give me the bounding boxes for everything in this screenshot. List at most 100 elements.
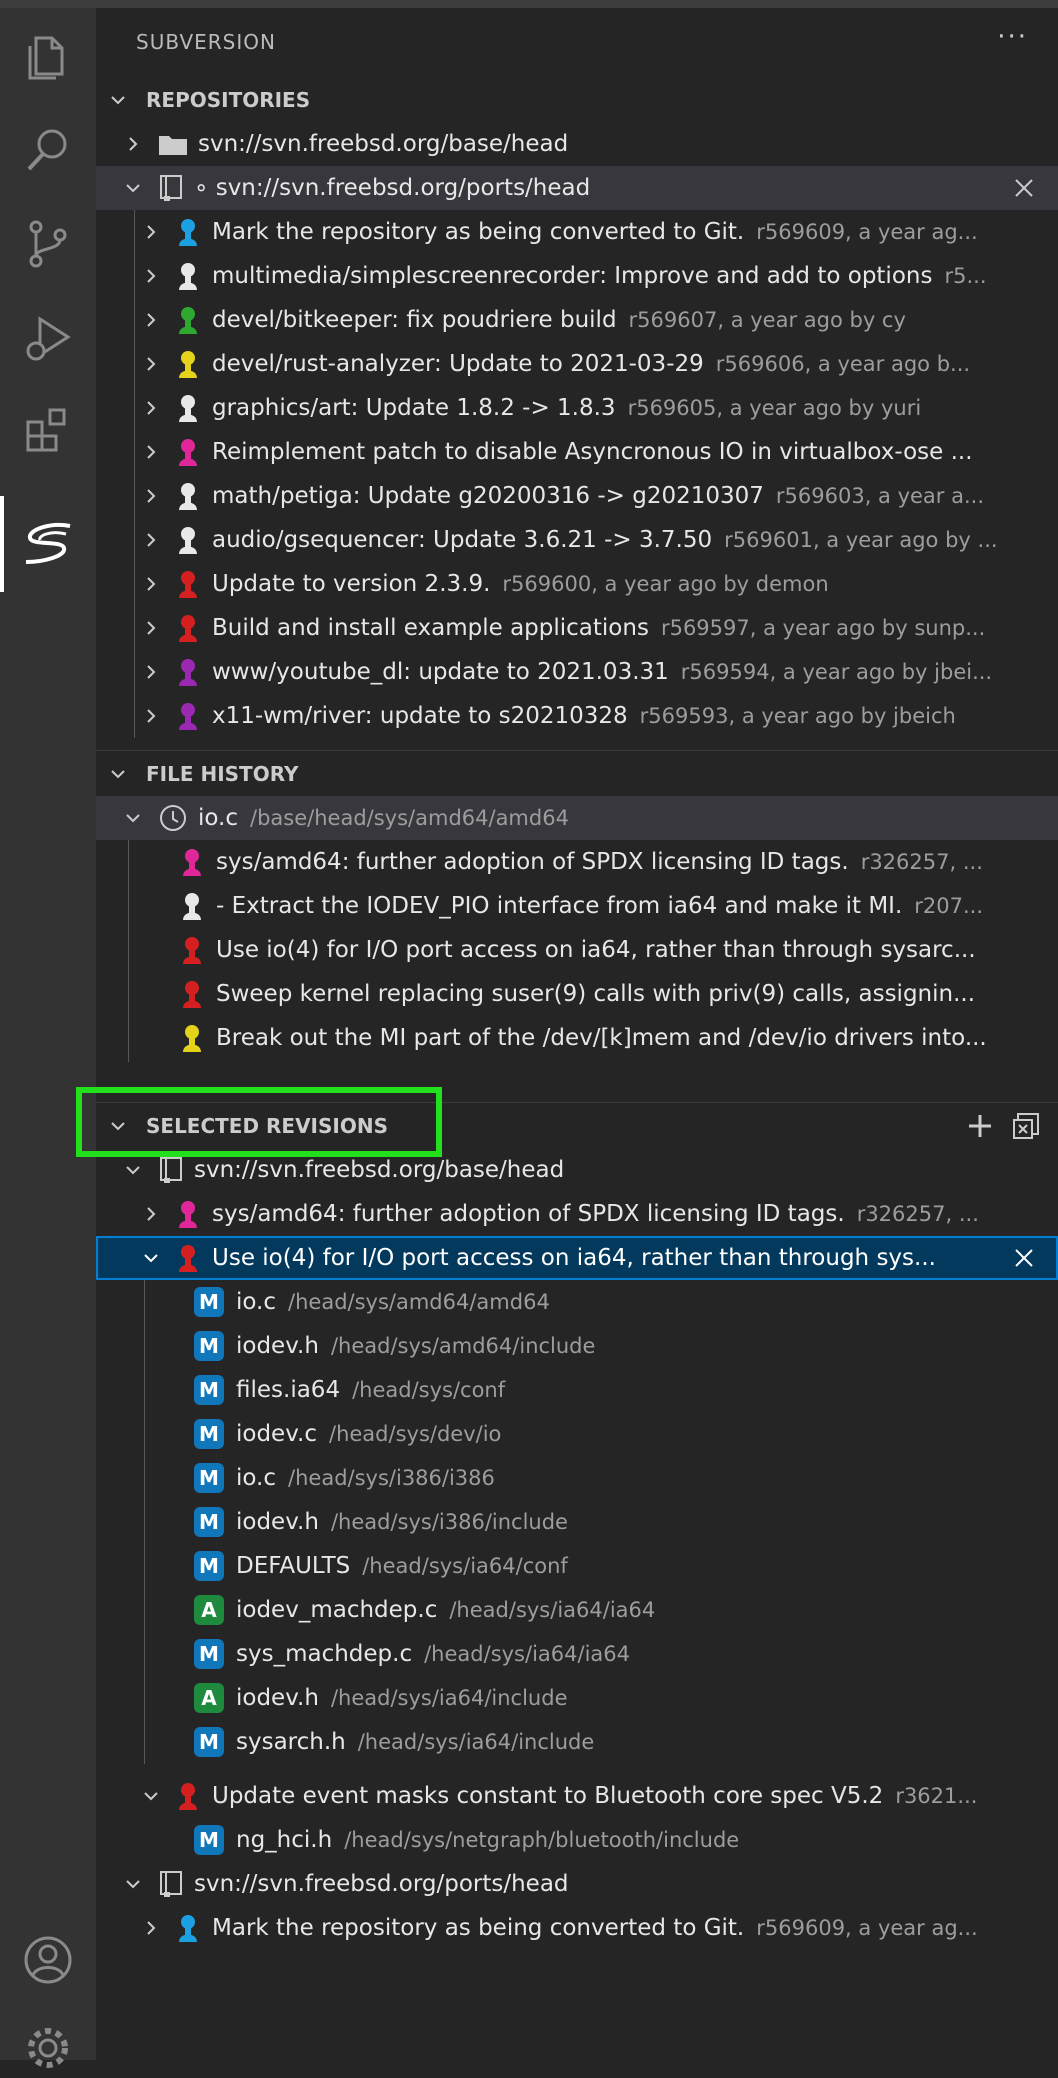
changed-file-row[interactable]: Mfiles.ia64/head/sys/conf [96, 1368, 1058, 1412]
commit-row[interactable]: x11-wm/river: update to s20210328 r569593… [96, 694, 1058, 738]
history-commit-row[interactable]: Sweep kernel replacing suser(9) calls wi… [96, 972, 1058, 1016]
commit-meta: r569605, a year ago by yuri [627, 396, 922, 420]
svn-icon[interactable] [18, 514, 78, 574]
selected-revision-row[interactable]: Update event masks constant to Bluetooth… [96, 1774, 1058, 1818]
commit-meta: r3621... [895, 1784, 978, 1808]
close-icon[interactable] [1012, 1246, 1036, 1270]
chevron-right-icon [147, 665, 156, 679]
commit-row[interactable]: math/petiga: Update g20200316 -> g202103… [96, 474, 1058, 518]
modified-badge-icon: M [194, 1727, 224, 1757]
close-icon[interactable] [1012, 176, 1036, 200]
extensions-icon[interactable] [18, 400, 78, 460]
commit-message: Use io(4) for I/O port access on ia64, r… [216, 937, 976, 963]
search-icon[interactable] [18, 120, 78, 180]
author-avatar-icon [176, 525, 200, 555]
changed-file-row[interactable]: Aiodev.h/head/sys/ia64/include [96, 1676, 1058, 1720]
changed-file-row[interactable]: Miodev.c/head/sys/dev/io [96, 1412, 1058, 1456]
commit-row[interactable]: audio/gsequencer: Update 3.6.21 -> 3.7.5… [96, 518, 1058, 562]
changed-file-row[interactable]: Miodev.h/head/sys/amd64/include [96, 1324, 1058, 1368]
commit-meta: r569607, a year ago by cy [628, 308, 906, 332]
commit-meta: r569594, a year ago by jbei... [680, 660, 993, 684]
chevron-right-icon [147, 401, 156, 415]
section-title: REPOSITORIES [146, 88, 311, 112]
author-avatar-icon [176, 613, 200, 643]
changed-file-row[interactable]: M DEFAULTS/head/sys/ia64/conf [96, 1544, 1058, 1588]
chevron-right-icon [147, 621, 156, 635]
file-name: iodev.h [236, 1685, 319, 1711]
repo-icon [160, 175, 182, 201]
changed-file-row[interactable]: Aiodev_machdep.c/head/sys/ia64/ia64 [96, 1588, 1058, 1632]
selected-revision-row[interactable]: sys/amd64: further adoption of SPDX lice… [96, 1192, 1058, 1236]
file-path: /head/sys/amd64/amd64 [288, 1290, 550, 1314]
changed-file-row[interactable]: Msys_machdep.c/head/sys/ia64/ia64 [96, 1632, 1058, 1676]
changed-file-row[interactable]: Miodev.h/head/sys/i386/include [96, 1500, 1058, 1544]
selected-revisions-highlight [76, 1087, 442, 1157]
chevron-down-icon [126, 184, 140, 193]
changed-file-row[interactable]: Mio.c/head/sys/i386/i386 [96, 1456, 1058, 1500]
run-debug-icon[interactable] [18, 308, 78, 368]
commit-message: Use io(4) for I/O port access on ia64, r… [212, 1245, 936, 1271]
repo-label: svn://svn.freebsd.org/ports/head [194, 1871, 569, 1897]
settings-icon[interactable] [18, 2018, 78, 2078]
file-history-file[interactable]: io.c /base/head/sys/amd64/amd64 [96, 796, 1058, 840]
commit-message: Update event masks constant to Bluetooth… [212, 1783, 884, 1809]
modified-badge-icon: M [194, 1507, 224, 1537]
author-avatar-icon [176, 1781, 200, 1811]
commit-row[interactable]: multimedia/simplescreenrecorder: Improve… [96, 254, 1058, 298]
account-icon[interactable] [18, 1930, 78, 1990]
repo-ports-head[interactable]: ∘ svn://svn.freebsd.org/ports/head [96, 166, 1058, 210]
chevron-right-icon [147, 1921, 156, 1935]
file-name: files.ia64 [236, 1377, 341, 1403]
changed-file-row[interactable]: Msysarch.h/head/sys/ia64/include [96, 1720, 1058, 1764]
changed-file-row[interactable]: M ng_hci.h /head/sys/netgraph/bluetooth/… [96, 1818, 1058, 1862]
history-commit-row[interactable]: Break out the MI part of the /dev/[k]mem… [96, 1016, 1058, 1060]
chevron-right-icon [147, 489, 156, 503]
section-title: FILE HISTORY [146, 762, 299, 786]
commit-row[interactable]: devel/rust-analyzer: Update to 2021-03-2… [96, 342, 1058, 386]
history-commit-row[interactable]: Use io(4) for I/O port access on ia64, r… [96, 928, 1058, 972]
add-icon[interactable] [966, 1112, 994, 1140]
history-commit-row[interactable]: sys/amd64: further adoption of SPDX lice… [96, 840, 1058, 884]
active-indicator [0, 496, 4, 592]
chevron-right-icon [147, 1207, 156, 1221]
commit-row[interactable]: Mark the repository as being converted t… [96, 210, 1058, 254]
chevron-down-icon [111, 96, 125, 105]
history-commit-row[interactable]: - Extract the IODEV_PIO interface from i… [96, 884, 1058, 928]
selected-revision-row[interactable]: Mark the repository as being converted t… [96, 1906, 1058, 1950]
commit-message: Break out the MI part of the /dev/[k]mem… [216, 1025, 987, 1051]
chevron-down-icon [126, 814, 140, 823]
repo-base-head[interactable]: svn://svn.freebsd.org/base/head [96, 122, 1058, 166]
commit-meta: r326257, ... [860, 850, 983, 874]
commit-row[interactable]: graphics/art: Update 1.8.2 -> 1.8.3 r5696… [96, 386, 1058, 430]
commit-row[interactable]: Update to version 2.3.9. r569600, a year … [96, 562, 1058, 606]
clear-all-icon[interactable] [1012, 1112, 1040, 1140]
commit-row[interactable]: www/youtube_dl: update to 2021.03.31 r569… [96, 650, 1058, 694]
title-bar [0, 0, 1058, 8]
author-avatar-icon [176, 393, 200, 423]
commit-row[interactable]: Reimplement patch to disable Asyncronous… [96, 430, 1058, 474]
modified-badge-icon: M [194, 1825, 224, 1855]
selected-repo-ports-head[interactable]: svn://svn.freebsd.org/ports/head [96, 1862, 1058, 1906]
modified-badge-icon: M [194, 1419, 224, 1449]
source-control-icon[interactable] [18, 214, 78, 274]
commit-message: sys/amd64: further adoption of SPDX lice… [212, 1201, 845, 1227]
commit-message: Sweep kernel replacing suser(9) calls wi… [216, 981, 976, 1007]
more-actions-icon[interactable]: ··· [997, 22, 1028, 52]
file-history-section-header[interactable]: FILE HISTORY [96, 752, 1058, 796]
author-avatar-icon [176, 217, 200, 247]
commit-row[interactable]: Build and install example applications r5… [96, 606, 1058, 650]
repositories-section-header[interactable]: REPOSITORIES [96, 78, 1058, 122]
author-avatar-icon [176, 657, 200, 687]
panel-title: SUBVERSION [136, 30, 276, 54]
author-avatar-icon [180, 935, 204, 965]
modified-badge-icon: M [194, 1639, 224, 1669]
selected-revision-row-focused[interactable]: Use io(4) for I/O port access on ia64, r… [96, 1236, 1058, 1280]
chevron-right-icon [147, 313, 156, 327]
commit-message: Mark the repository as being converted t… [212, 1915, 745, 1941]
explorer-icon[interactable] [18, 28, 78, 88]
changed-file-row[interactable]: Mio.c/head/sys/amd64/amd64 [96, 1280, 1058, 1324]
file-name: iodev_machdep.c [236, 1597, 438, 1623]
commit-message: devel/rust-analyzer: Update to 2021-03-2… [212, 351, 704, 377]
commit-row[interactable]: devel/bitkeeper: fix poudriere build r569… [96, 298, 1058, 342]
commit-meta: r569609, a year ag... [756, 1916, 978, 1940]
